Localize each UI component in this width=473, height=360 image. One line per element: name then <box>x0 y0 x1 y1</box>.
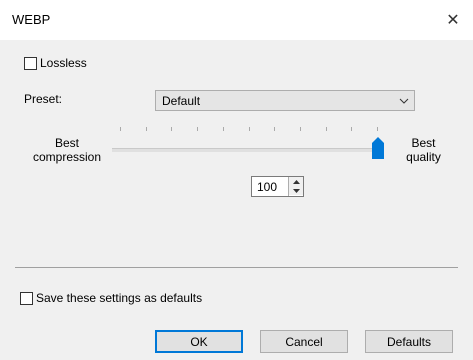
title-bar: WEBP ✕ <box>0 0 473 40</box>
slider-tick <box>120 127 121 131</box>
slider-tick <box>351 127 353 131</box>
close-button[interactable]: ✕ <box>433 4 473 36</box>
slider-tick <box>145 127 147 131</box>
best-quality-label: Best quality <box>406 136 441 164</box>
preset-dropdown[interactable]: Default <box>155 90 415 111</box>
preset-label: Preset: <box>24 92 63 106</box>
slider-tick <box>222 127 224 131</box>
save-defaults-label: Save these settings as defaults <box>36 291 203 305</box>
slider-tick <box>299 127 301 131</box>
lossless-checkbox[interactable]: Lossless <box>24 56 87 70</box>
arrow-up-icon <box>292 179 300 184</box>
slider-tick <box>377 127 378 131</box>
dialog-title: WEBP <box>12 12 51 27</box>
slider-tick <box>325 127 327 131</box>
chevron-down-icon <box>394 98 414 104</box>
arrow-down-icon <box>292 188 300 193</box>
slider-tick <box>197 127 199 131</box>
quality-slider-thumb[interactable] <box>372 137 384 159</box>
save-defaults-checkbox-box[interactable] <box>20 291 33 305</box>
lossless-label: Lossless <box>40 56 87 70</box>
ok-button[interactable]: OK <box>155 330 243 353</box>
quality-slider-track[interactable] <box>112 148 382 152</box>
webp-dialog: WEBP ✕ Lossless Preset: Default Best com… <box>0 0 473 360</box>
slider-tick <box>274 127 276 131</box>
save-defaults-checkbox[interactable]: Save these settings as defaults <box>20 291 202 305</box>
defaults-button[interactable]: Defaults <box>365 330 453 353</box>
spin-buttons <box>288 177 303 196</box>
spin-down-button[interactable] <box>289 186 303 195</box>
quality-value[interactable]: 100 <box>257 180 277 194</box>
slider-tick <box>171 127 173 131</box>
lossless-checkbox-box[interactable] <box>24 56 37 70</box>
best-compression-label: Best compression <box>32 136 102 164</box>
cancel-button[interactable]: Cancel <box>260 330 348 353</box>
slider-tick <box>248 127 250 131</box>
preset-value: Default <box>162 93 201 108</box>
quality-spinbox[interactable]: 100 <box>251 176 304 197</box>
separator <box>15 267 458 268</box>
close-icon: ✕ <box>446 12 460 29</box>
